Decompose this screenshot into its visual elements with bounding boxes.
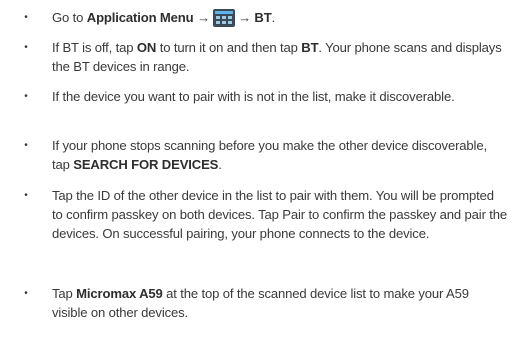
step-fragment: .: [218, 157, 222, 172]
bullet: •: [24, 91, 28, 102]
bullet: •: [24, 42, 28, 53]
step-fragment: Tap: [52, 286, 77, 301]
app-menu-grid-icon: [212, 9, 235, 27]
arrow: →: [197, 10, 210, 25]
step-fragment: .: [271, 10, 276, 25]
step-text: Go to Application Menu → → BT.: [52, 8, 507, 27]
device-name: Micromax A59: [76, 286, 163, 301]
step-text: If BT is off, tap ON to turn it on and t…: [52, 38, 507, 76]
step-text: Tap the ID of the other device in the li…: [52, 188, 508, 241]
step-fragment: If BT is off, tap: [52, 40, 137, 55]
on-label: ON: [136, 40, 157, 55]
step-fragment: to turn it on and then tap: [156, 40, 302, 55]
step-text: Tap Micromax A59 at the top of the scann…: [52, 284, 507, 322]
bullet: •: [24, 288, 28, 299]
menu-name: Application Menu: [86, 10, 194, 25]
bullet: •: [24, 190, 28, 201]
bt-label: BT: [254, 10, 272, 25]
bt-label: BT: [301, 40, 319, 55]
step-text: If the device you want to pair with is n…: [52, 89, 455, 104]
step-text: If your phone stops scanning before you …: [52, 136, 507, 174]
step-fragment: Go to: [52, 10, 84, 25]
bullet: •: [24, 140, 28, 151]
arrow: →: [237, 10, 251, 25]
search-for-devices-label: SEARCH FOR DEVICES: [73, 157, 219, 172]
bullet: •: [24, 12, 28, 23]
